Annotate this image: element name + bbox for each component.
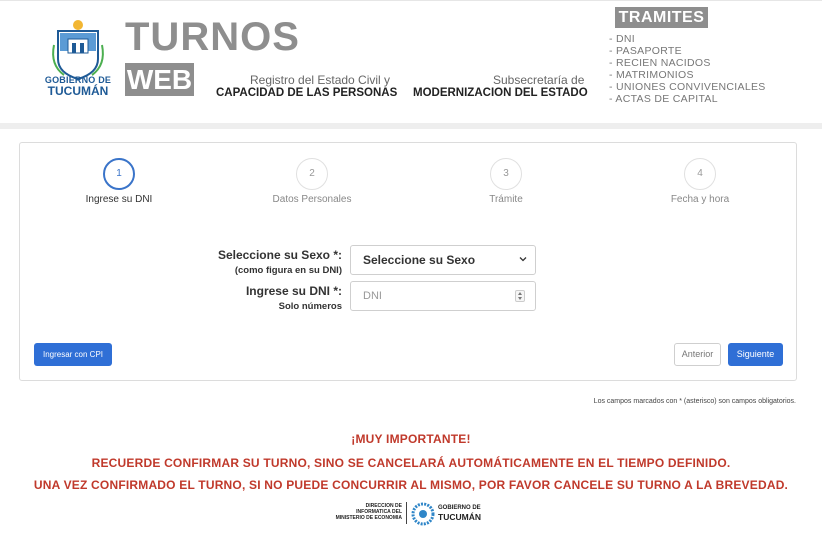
step-number: 2 xyxy=(296,158,328,190)
tramite-item: - RECIEN NACIDOS xyxy=(609,57,711,69)
direccion-line: MINISTERIO DE ECONOMIA xyxy=(335,515,402,521)
chevron-down-icon xyxy=(519,257,527,262)
step-label: Fecha y hora xyxy=(670,194,730,205)
tramite-item: - DNI xyxy=(609,33,635,45)
sexo-select[interactable]: Seleccione su Sexo xyxy=(350,245,536,275)
tramite-item: - ACTAS DE CAPITAL xyxy=(609,93,718,105)
step-label: Datos Personales xyxy=(272,194,352,205)
sexo-hint: (como figura en su DNI) xyxy=(234,265,342,276)
tramites-title: TRAMITES xyxy=(615,7,708,28)
important-line-2: UNA VEZ CONFIRMADO EL TURNO, SI NO PUEDE… xyxy=(33,478,789,492)
subsecretaria-label: Subsecretaría de xyxy=(493,73,585,87)
sexo-select-value: Seleccione su Sexo xyxy=(363,253,476,267)
important-line-1: RECUERDE CONFIRMAR SU TURNO, SINO SE CAN… xyxy=(91,456,731,470)
step-2[interactable]: 2 Datos Personales xyxy=(252,158,372,205)
step-number: 4 xyxy=(684,158,716,190)
subsecretaria-title: MODERNIZACION DEL ESTADO xyxy=(413,87,588,99)
dni-hint: Solo números xyxy=(278,301,342,312)
footer-divider xyxy=(406,502,407,524)
step-label: Ingrese su DNI xyxy=(85,194,153,205)
tramite-item: - MATRIMONIOS xyxy=(609,69,694,81)
ingresar-cpi-button[interactable]: Ingresar con CPI xyxy=(34,343,112,366)
sexo-label: Seleccione su Sexo *: xyxy=(217,248,342,262)
step-3[interactable]: 3 Trámite xyxy=(446,158,566,205)
step-4[interactable]: 4 Fecha y hora xyxy=(640,158,760,205)
registro-label: Registro del Estado Civil y xyxy=(250,73,391,87)
step-1[interactable]: 1 Ingrese su DNI xyxy=(59,158,179,205)
footer-logos: DIRECCION DE INFORMATICA DEL MINISTERIO … xyxy=(330,500,490,528)
tramite-item: - UNIONES CONVIVENCIALES xyxy=(609,81,766,93)
gobierno-tucuman-logo-icon xyxy=(411,502,435,526)
app-subtitle-badge: WEB xyxy=(125,63,194,96)
step-number: 3 xyxy=(490,158,522,190)
dni-input[interactable]: DNI xyxy=(350,281,536,311)
registro-title: CAPACIDAD DE LAS PERSONAS xyxy=(216,87,398,99)
wizard-card: 1 Ingrese su DNI 2 Datos Personales 3 Tr… xyxy=(19,142,797,381)
required-fields-notice: Los campos marcados con * (asterisco) so… xyxy=(593,398,796,405)
step-number: 1 xyxy=(103,158,135,190)
number-spinner-icon[interactable] xyxy=(515,290,525,302)
anterior-button[interactable]: Anterior xyxy=(674,343,721,366)
dni-placeholder: DNI xyxy=(363,290,382,302)
app-title: TURNOS xyxy=(125,15,300,59)
logo-text-tucuman: TUCUMÁN xyxy=(47,84,109,98)
siguiente-button[interactable]: Siguiente xyxy=(728,343,783,366)
important-title: ¡MUY IMPORTANTE! xyxy=(351,432,471,446)
footer-gobierno-text: GOBIERNO DE xyxy=(438,505,481,511)
tramites-list: - DNI - PASAPORTE - RECIEN NACIDOS - MAT… xyxy=(609,33,766,105)
footer-tucuman-text: TUCUMÁN xyxy=(438,512,481,522)
dni-label: Ingrese su DNI *: xyxy=(245,284,342,298)
page-header: GOBIERNO DE TUCUMÁN TURNOS WEB Registro … xyxy=(0,0,822,124)
header-divider xyxy=(0,123,822,129)
step-label: Trámite xyxy=(489,194,523,205)
direccion-informatica-text: DIRECCION DE INFORMATICA DEL MINISTERIO … xyxy=(330,503,402,521)
tramite-item: - PASAPORTE xyxy=(609,45,682,57)
